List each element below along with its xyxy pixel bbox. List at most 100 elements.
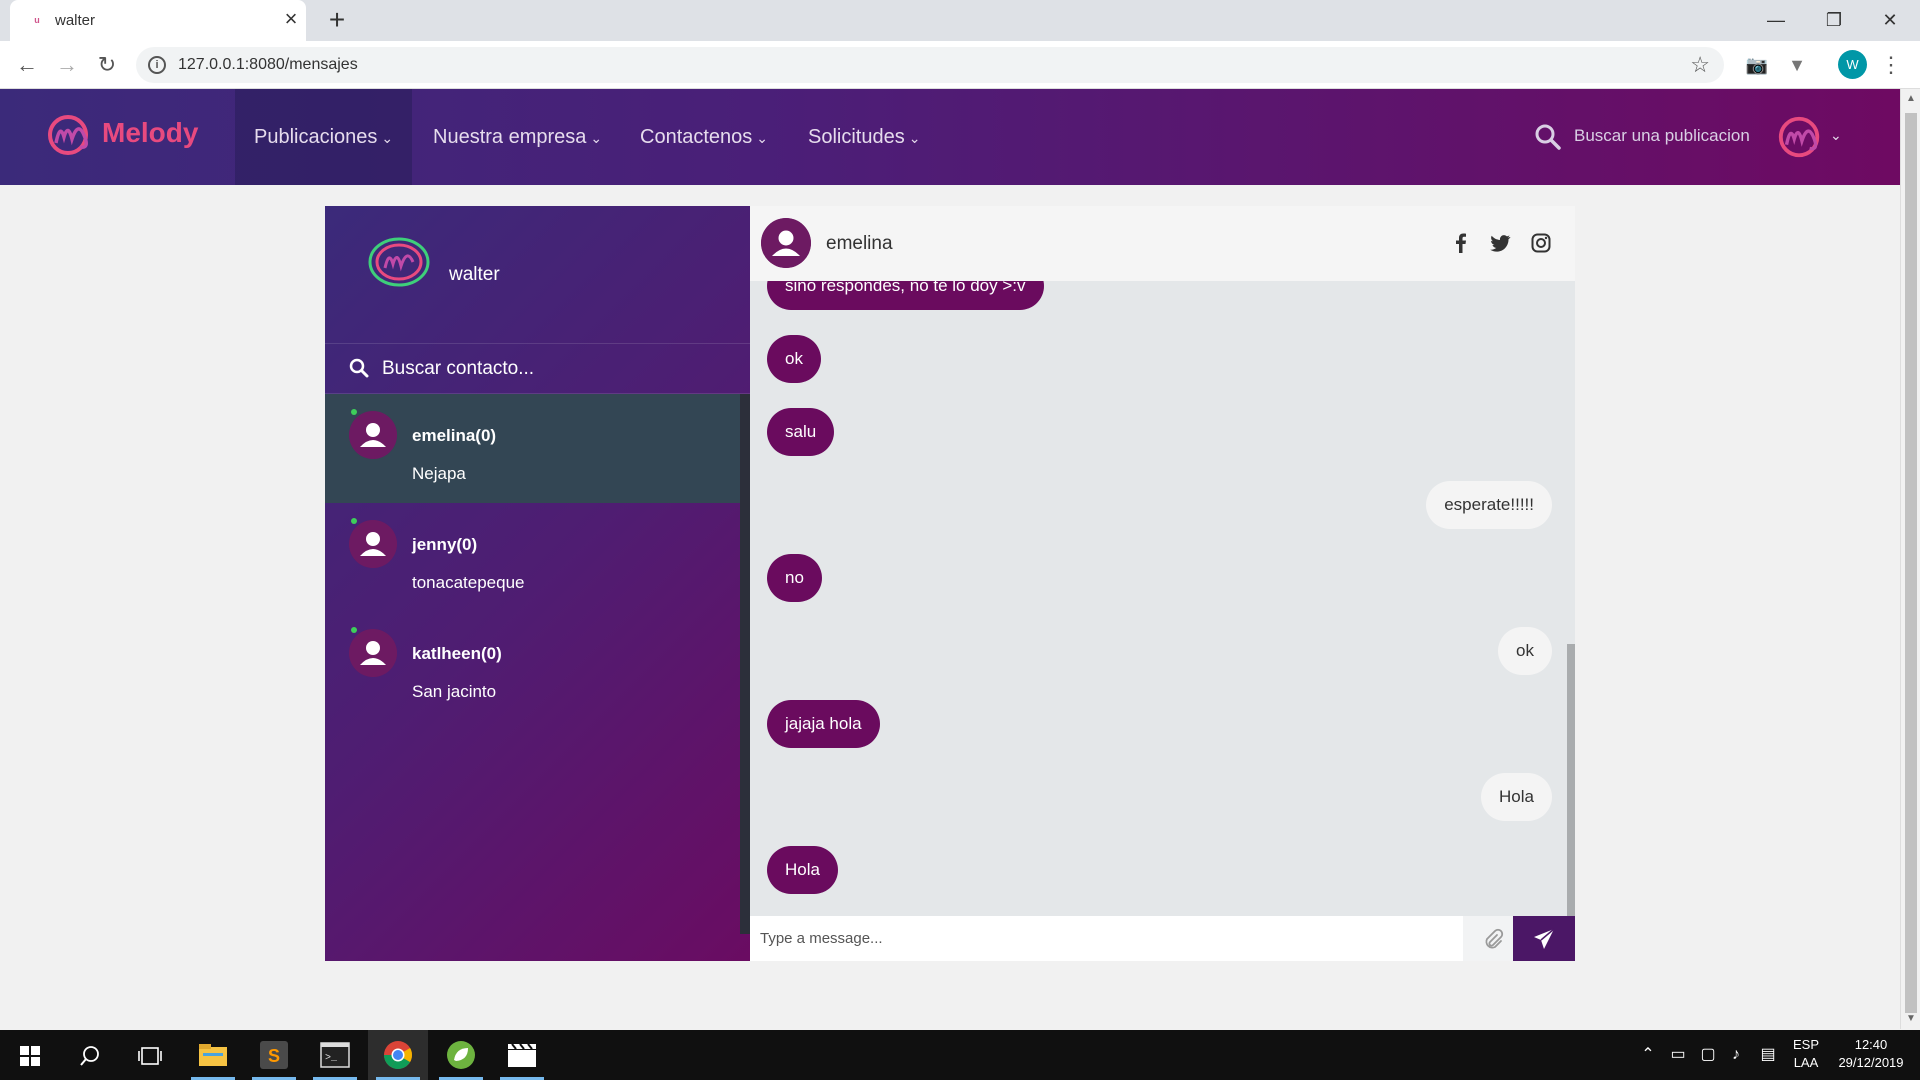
- profile-avatar[interactable]: W: [1838, 50, 1867, 79]
- chevron-down-icon: ⌄: [908, 130, 921, 146]
- address-bar[interactable]: i 127.0.0.1:8080/mensajes ☆: [136, 47, 1724, 83]
- twitter-icon[interactable]: [1489, 232, 1511, 254]
- contact-item[interactable]: jenny(0) tonacatepeque: [325, 503, 740, 612]
- tray-chevron-up-icon[interactable]: ⌃: [1638, 1045, 1658, 1065]
- menu-publicaciones[interactable]: Publicaciones ⌄: [235, 89, 413, 185]
- search-icon[interactable]: [1534, 123, 1562, 151]
- window-close-icon[interactable]: ✕: [1870, 4, 1910, 36]
- tab-title: walter: [55, 12, 96, 29]
- back-icon[interactable]: ←: [12, 50, 42, 80]
- camera-extension-icon[interactable]: 📷: [1742, 50, 1772, 80]
- search-icon: [349, 358, 369, 378]
- url-text[interactable]: 127.0.0.1:8080/mensajes: [178, 56, 358, 74]
- site-info-icon[interactable]: i: [148, 56, 166, 74]
- contact-name: emelina(0): [412, 426, 497, 445]
- clock-date: 29/12/2019: [1838, 1055, 1904, 1070]
- language-code: ESP: [1792, 1037, 1819, 1052]
- contact-location: San jacinto: [412, 682, 497, 701]
- restore-icon[interactable]: ❐: [1814, 4, 1854, 36]
- file-explorer-icon[interactable]: [183, 1030, 243, 1080]
- current-user-name: walter: [449, 264, 500, 285]
- sublime-text-icon[interactable]: S: [244, 1030, 304, 1080]
- chat-scrollbar[interactable]: [1567, 644, 1575, 916]
- tray-device-icon[interactable]: ▭: [1668, 1045, 1688, 1065]
- vue-extension-icon[interactable]: ▼: [1782, 50, 1812, 80]
- contact-name: jenny(0): [412, 535, 478, 554]
- svg-text:S: S: [268, 1046, 280, 1066]
- spring-tool-suite-icon[interactable]: [431, 1030, 491, 1080]
- scroll-up-icon[interactable]: ▲: [1905, 93, 1917, 105]
- contact-item[interactable]: katlheen(0) San jacinto: [325, 612, 740, 721]
- current-user-header: walter: [325, 206, 750, 344]
- facebook-icon[interactable]: [1450, 232, 1472, 254]
- tray-battery-icon[interactable]: ▢: [1698, 1045, 1718, 1065]
- contact-search-input[interactable]: Buscar contacto...: [382, 358, 534, 380]
- tab-close-icon[interactable]: ×: [280, 8, 302, 30]
- tray-volume-icon[interactable]: ♪: [1726, 1045, 1746, 1065]
- contact-location: Nejapa: [412, 464, 466, 483]
- message-composer: [750, 916, 1575, 961]
- melody-logo-icon: [48, 115, 88, 155]
- browser-menu-icon[interactable]: ⋮: [1880, 50, 1902, 80]
- contact-item[interactable]: emelina(0) Nejapa: [325, 394, 740, 503]
- contact-search[interactable]: Buscar contacto...: [325, 344, 750, 394]
- online-indicator: [351, 627, 357, 633]
- contacts-sidebar: walter Buscar contacto... emelina(0) Nej…: [325, 206, 750, 961]
- menu-contactenos[interactable]: Contactenos ⌄: [640, 89, 768, 185]
- paperclip-icon[interactable]: [1482, 928, 1504, 950]
- new-tab-icon[interactable]: +: [323, 6, 351, 34]
- browser-tab[interactable]: u walter ×: [10, 0, 306, 41]
- message-input[interactable]: [750, 916, 1463, 961]
- instagram-icon[interactable]: [1530, 232, 1552, 254]
- message-bubble-outgoing: ok: [1498, 627, 1552, 675]
- send-icon: [1534, 928, 1555, 949]
- menu-label: Nuestra empresa: [433, 126, 587, 148]
- current-user-avatar: [368, 237, 430, 287]
- chevron-down-icon: ⌄: [590, 130, 603, 146]
- chrome-icon[interactable]: [368, 1030, 428, 1080]
- menu-nuestra-empresa[interactable]: Nuestra empresa ⌄: [433, 89, 602, 185]
- tray-keyboard-icon[interactable]: ▤: [1758, 1045, 1778, 1065]
- page-scrollbar[interactable]: ▲ ▼: [1900, 89, 1920, 1029]
- online-indicator: [351, 409, 357, 415]
- windows-start-icon[interactable]: [20, 1046, 40, 1066]
- tab-favicon-icon: u: [34, 15, 40, 25]
- clock[interactable]: 12:40 29/12/2019: [1826, 1037, 1916, 1070]
- user-icon: [349, 411, 397, 459]
- svg-text:>_: >_: [325, 1053, 338, 1064]
- user-icon: [349, 520, 397, 568]
- page-scroll-thumb[interactable]: [1905, 113, 1917, 1013]
- video-editor-icon[interactable]: [492, 1030, 552, 1080]
- send-button[interactable]: [1513, 916, 1575, 961]
- user-menu-avatar[interactable]: [1776, 114, 1824, 160]
- search-icon[interactable]: [79, 1045, 101, 1067]
- sidebar-scrollbar[interactable]: [740, 394, 750, 934]
- site-header: Melody Publicaciones ⌄ Nuestra empresa ⌄ C…: [0, 89, 1900, 185]
- layout-code: LAA: [1793, 1055, 1819, 1070]
- forward-icon[interactable]: →: [52, 50, 82, 80]
- chat-contact-name: emelina: [826, 233, 893, 254]
- message-bubble-incoming: jajaja hola: [767, 700, 880, 748]
- user-icon: [349, 629, 397, 677]
- contact-name: katlheen(0): [412, 644, 502, 663]
- minimize-icon[interactable]: —: [1756, 4, 1796, 36]
- input-language[interactable]: ESP LAA: [1786, 1037, 1826, 1070]
- browser-toolbar: ← → ↻ i 127.0.0.1:8080/mensajes ☆ 📷 ▼ W …: [0, 41, 1920, 89]
- scroll-down-icon[interactable]: ▼: [1905, 1013, 1917, 1025]
- windows-taskbar: S >_ ⌃ ▭ ▢ ♪ ▤ ESP LAA 12:40 29/12/2019: [0, 1030, 1920, 1080]
- menu-solicitudes[interactable]: Solicitudes ⌄: [808, 89, 920, 185]
- search-input[interactable]: Buscar una publicacion: [1574, 126, 1750, 146]
- message-bubble-incoming: sino respondes, no te lo doy >:v: [767, 281, 1044, 310]
- chevron-down-icon[interactable]: ⌄: [1830, 127, 1842, 144]
- clock-time: 12:40: [1854, 1037, 1888, 1052]
- message-list: sino respondes, no te lo doy >:v ok salu…: [750, 281, 1575, 916]
- message-bubble-incoming: no: [767, 554, 822, 602]
- bookmark-star-icon[interactable]: ☆: [1690, 52, 1710, 78]
- contact-location: tonacatepeque: [412, 573, 525, 592]
- chat-header: emelina: [750, 206, 1575, 281]
- reload-icon[interactable]: ↻: [92, 50, 122, 80]
- menu-label: Publicaciones: [254, 126, 378, 148]
- user-icon: [761, 218, 811, 268]
- terminal-icon[interactable]: >_: [305, 1030, 365, 1080]
- task-view-icon[interactable]: [138, 1046, 162, 1066]
